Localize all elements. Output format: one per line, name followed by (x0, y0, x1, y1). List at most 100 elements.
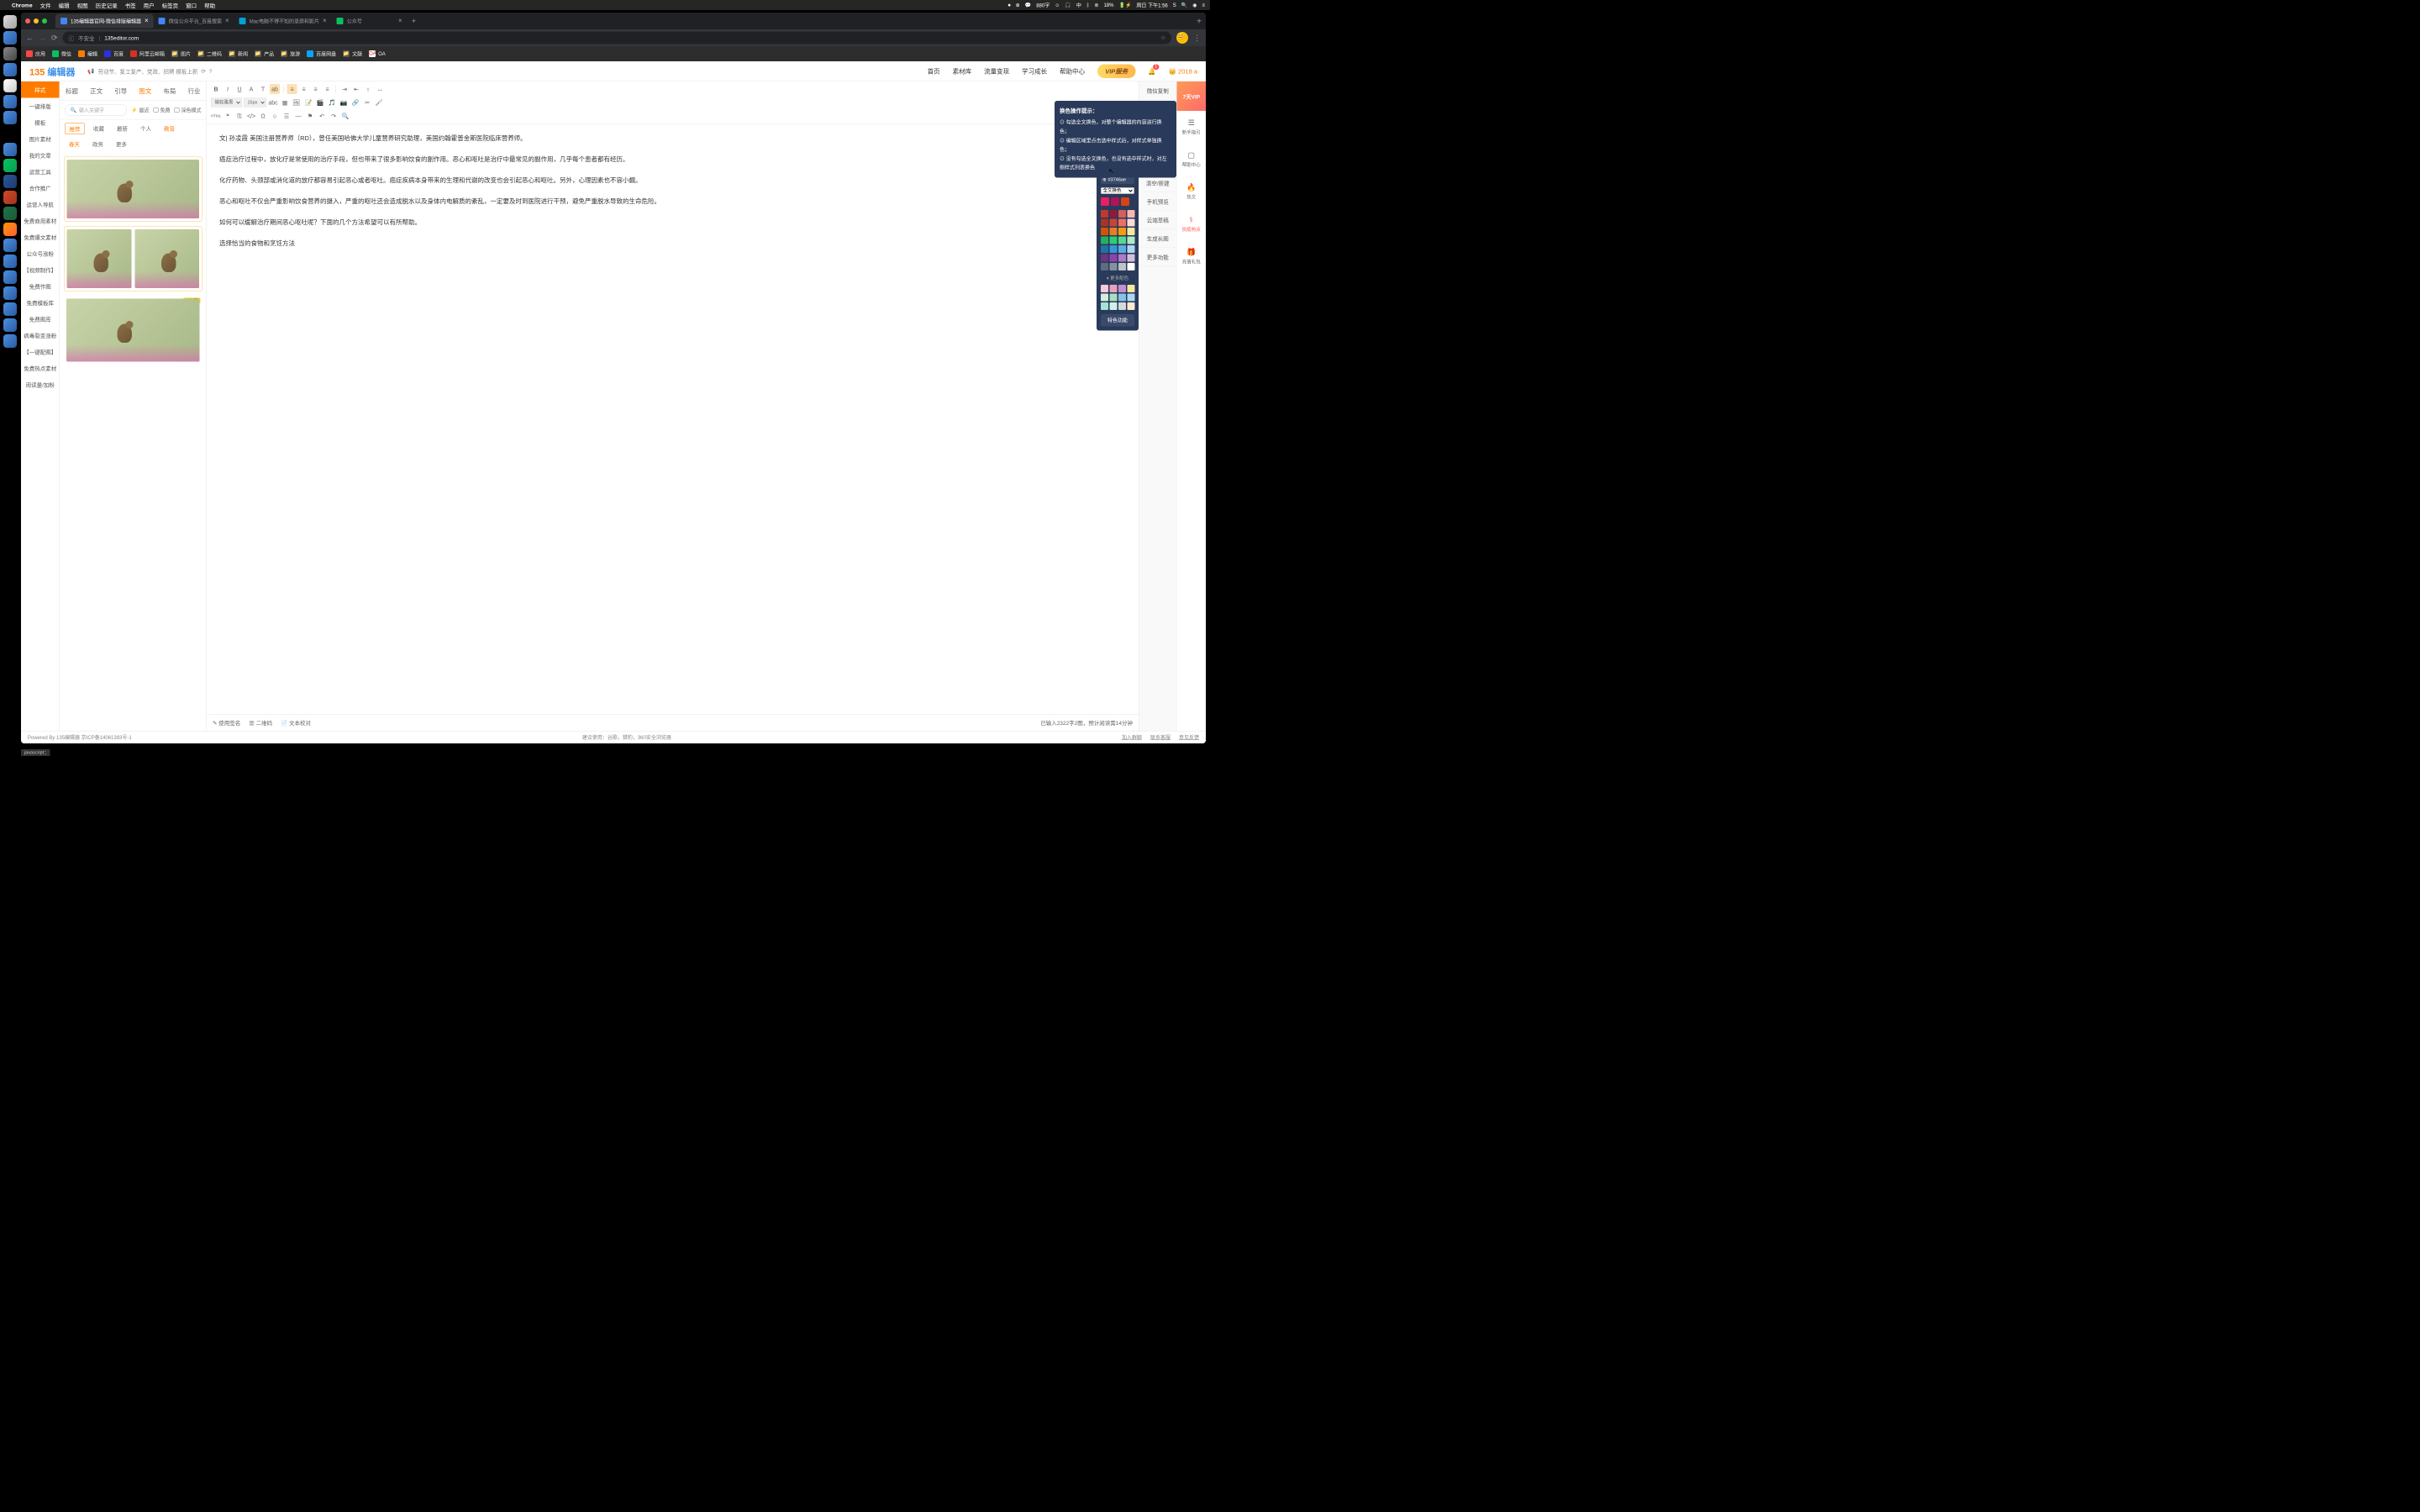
notification-bell[interactable]: 🔔1 (1148, 67, 1155, 75)
subtab-personal[interactable]: 个人 (136, 123, 155, 135)
dock-word[interactable] (3, 175, 17, 188)
dock-settings[interactable] (3, 143, 17, 156)
image-button[interactable]: 🖼 (292, 97, 302, 108)
copy-wechat-button[interactable]: 微信复制 (1139, 81, 1177, 100)
color-swatch[interactable] (1118, 255, 1126, 262)
spacing-button[interactable]: ↔ (375, 84, 385, 94)
strike-button[interactable]: abc (268, 97, 278, 108)
menu-file[interactable]: 文件 (40, 1, 51, 9)
bm-aliyun[interactable]: 阿里云邮箱 (130, 50, 165, 58)
color-swatch[interactable] (1118, 285, 1126, 292)
tab-gzh[interactable]: 公众号 × (332, 14, 408, 29)
refresh-icon[interactable]: ⟳ (201, 68, 205, 75)
sidebar-free-commercial[interactable]: 免费商用素材 (21, 213, 60, 229)
line-height-button[interactable]: ↕ (363, 84, 373, 94)
bookmark-star-icon[interactable]: ☆ (1160, 34, 1165, 41)
bm-folder-qr[interactable]: 📁二维码 (197, 50, 222, 58)
color-swatch[interactable] (1128, 294, 1135, 302)
bold-button[interactable]: B (211, 84, 221, 94)
menu-edit[interactable]: 编辑 (59, 1, 70, 9)
vip-promo[interactable]: 7天VIP (1177, 81, 1207, 111)
wifi-icon[interactable]: ⊚ (1094, 3, 1098, 8)
subtab-favorite[interactable]: 收藏 (89, 123, 108, 135)
sidebar-image-lib[interactable]: 免费图库 (21, 311, 60, 328)
bm-folder-product[interactable]: 📁产品 (255, 50, 274, 58)
app-name[interactable]: Chrome (12, 2, 33, 8)
more-functions-button[interactable]: 更多功能 (1139, 248, 1177, 266)
table-button[interactable]: ▦ (280, 97, 290, 108)
siri-icon[interactable]: ◉ (1192, 3, 1197, 8)
tab-body[interactable]: 正文 (84, 81, 108, 101)
announcement[interactable]: 📢 劳动节、复工复产、党政、招聘 模板上新 ⟳ ? (87, 67, 212, 76)
more-colors-button[interactable]: ▾ 更多配色 (1101, 275, 1134, 281)
proofread-button[interactable]: 📄 文本校对 (281, 719, 311, 727)
list-button[interactable]: ☰ (281, 111, 292, 121)
sidebar-template[interactable]: 模板 (21, 114, 60, 131)
subtab-more[interactable]: 更多 (112, 139, 131, 150)
sidebar-nav[interactable]: 运营人导航 (21, 197, 60, 213)
color-swatch[interactable] (1101, 245, 1108, 253)
color-swatch[interactable] (1118, 302, 1126, 310)
sidebar-views[interactable]: 阅读量/加粉 (21, 376, 60, 393)
feedback-link[interactable]: 意见反馈 (1179, 734, 1199, 742)
template-card[interactable] (64, 227, 203, 291)
color-swatch[interactable] (1110, 237, 1118, 244)
paragraph[interactable]: 文| 孙凌霞 美国注册营养师（RD），曾任美国哈佛大学儿童营养研究助理，美国约翰… (219, 133, 1126, 145)
italic-button[interactable]: I (223, 84, 233, 94)
color-swatch[interactable] (1118, 237, 1126, 244)
profile-avatar[interactable]: 😊 (1176, 32, 1188, 44)
new-tab-button[interactable]: + (412, 17, 416, 26)
color-swatch[interactable] (1128, 302, 1135, 310)
color-swatch[interactable] (1118, 228, 1126, 235)
tab-image-text[interactable]: 图文 (133, 81, 157, 101)
dock-powerpoint[interactable] (3, 191, 17, 204)
dock-wps[interactable] (3, 286, 17, 300)
bm-wechat[interactable]: 微信 (52, 50, 71, 58)
dock-wechat[interactable] (3, 159, 17, 172)
tab-industry[interactable]: 行业 (182, 81, 206, 101)
sidebar-hot-material[interactable]: 免费热点素材 (21, 360, 60, 377)
mobile-preview-button[interactable]: 手机预览 (1139, 192, 1177, 211)
close-tab-icon[interactable]: × (323, 18, 327, 25)
dock-firefox[interactable] (3, 223, 17, 236)
special-functions-button[interactable]: 特色功能 (1101, 314, 1134, 327)
sidebar-fans[interactable]: 公众号涨粉 (21, 245, 60, 262)
sidebar-template-lib[interactable]: 免费模板库 (21, 295, 60, 312)
signature-button[interactable]: ✎ 使用签名 (213, 719, 240, 727)
menu-help[interactable]: 帮助 (204, 1, 215, 9)
font-color-button[interactable]: A (246, 84, 256, 94)
nav-learn[interactable]: 学习成长 (1022, 67, 1047, 76)
tab-mac[interactable]: Mac电脑不得不知的录屏和影片 × (234, 14, 332, 29)
chrome-menu-icon[interactable]: ⋮ (1193, 34, 1201, 43)
color-swatch[interactable] (1118, 210, 1126, 218)
color-swatch[interactable] (1110, 228, 1118, 235)
color-swatch[interactable] (1110, 210, 1118, 218)
align-right-button[interactable]: ≡ (311, 84, 321, 94)
font-select[interactable]: 微软雅黑 (211, 98, 242, 108)
color-swatch[interactable] (1110, 302, 1118, 310)
color-swatch[interactable] (1101, 294, 1108, 302)
color-swatch[interactable] (1118, 245, 1126, 253)
cloud-draft-button[interactable]: 云端草稿 (1139, 211, 1177, 229)
color-swatch[interactable] (1118, 294, 1126, 302)
color-swatch[interactable] (1110, 294, 1118, 302)
color-swatch[interactable] (1101, 237, 1108, 244)
html-button[interactable]: HTML (211, 111, 221, 121)
status-icon[interactable]: ⊕ (1016, 3, 1020, 8)
justify-button[interactable]: ≡ (323, 84, 333, 94)
text-button[interactable]: 📝 (303, 97, 313, 108)
color-swatch[interactable] (1101, 197, 1109, 206)
sidebar-video[interactable]: 【视频制作】 (21, 262, 60, 279)
undo-button[interactable]: ↶ (317, 111, 327, 121)
color-swatch[interactable] (1128, 228, 1135, 235)
menu-icon[interactable]: ≡ (1202, 3, 1205, 8)
color-swatch[interactable] (1128, 285, 1135, 292)
paragraph[interactable]: 如何可以缓解治疗期间恶心呕吐呢？下面的几个方法希望可以有所帮助。 (219, 217, 1126, 229)
battery-icon[interactable]: 🔋⚡ (1118, 3, 1131, 8)
color-swatch[interactable] (1101, 210, 1108, 218)
dock-siri[interactable] (3, 31, 17, 45)
color-mode-select[interactable]: 全文换色 (1101, 187, 1134, 194)
subtab-gov[interactable]: 政务 (88, 139, 108, 150)
forward-button[interactable]: → (39, 34, 46, 43)
tab-weixin[interactable]: 微信公众平台_百度搜索 × (154, 14, 234, 29)
